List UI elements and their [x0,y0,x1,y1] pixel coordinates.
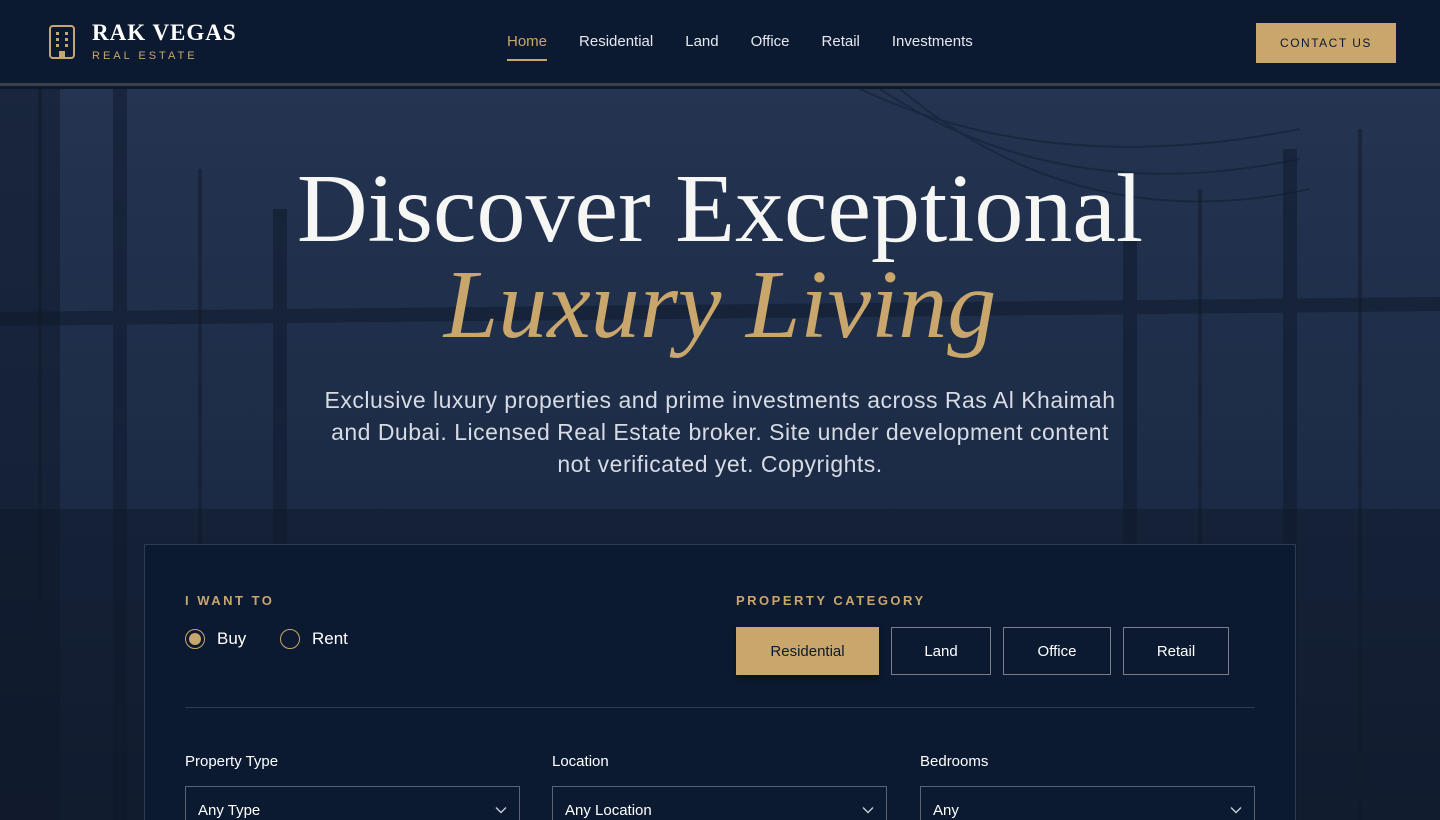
radio-buy-label: Buy [217,629,247,648]
nav-land[interactable]: Land [685,33,718,61]
property-type-select[interactable]: Any Type [185,786,520,820]
nav-home[interactable]: Home [507,33,548,61]
brand-subtitle: REAL ESTATE [92,50,198,62]
site-header: RAK VEGAS REAL ESTATE Home Residential L… [0,0,1440,86]
location-select[interactable]: Any Location [552,786,887,820]
hero-title: Discover Exceptional [296,155,1144,263]
property-type-value: Any Type [198,801,261,819]
panel-divider [185,707,1255,708]
brand-name: RAK VEGAS [92,20,237,45]
logo[interactable]: RAK VEGAS REAL ESTATE [48,20,237,62]
bedrooms-select[interactable]: Any [920,786,1255,820]
hero-description: Exclusive luxury properties and prime in… [324,387,1116,477]
nav-investments[interactable]: Investments [892,33,973,61]
nav-retail[interactable]: Retail [822,33,860,61]
chevron-down-icon [495,807,507,814]
building-icon [49,25,75,59]
category-label: PROPERTY CATEGORY [736,593,926,608]
radio-indicator [280,629,300,649]
radio-rent[interactable]: Rent [280,629,348,649]
radio-indicator-selected [185,629,205,649]
category-retail-button[interactable]: Retail [1123,627,1229,675]
location-label: Location [552,753,609,770]
hero-title-highlight: Luxury Living [443,251,997,359]
bedrooms-value: Any [933,801,959,819]
radio-buy[interactable]: Buy [185,629,246,649]
chevron-down-icon [1230,807,1242,814]
category-land-button[interactable]: Land [891,627,991,675]
location-value: Any Location [565,801,652,819]
chevron-down-icon [862,807,874,814]
property-type-label: Property Type [185,753,279,770]
main-nav: Home Residential Land Office Retail Inve… [507,33,1005,61]
bedrooms-label: Bedrooms [920,753,989,770]
nav-office[interactable]: Office [751,33,790,61]
property-search-panel: I WANT TO Buy Rent PROPERTY CATEGORY Res… [144,544,1296,820]
radio-rent-label: Rent [312,629,348,648]
nav-residential[interactable]: Residential [579,33,653,61]
category-residential-button[interactable]: Residential [736,627,879,675]
intent-label: I WANT TO [185,593,275,608]
category-office-button[interactable]: Office [1003,627,1111,675]
contact-us-button[interactable]: CONTACT US [1256,23,1396,63]
